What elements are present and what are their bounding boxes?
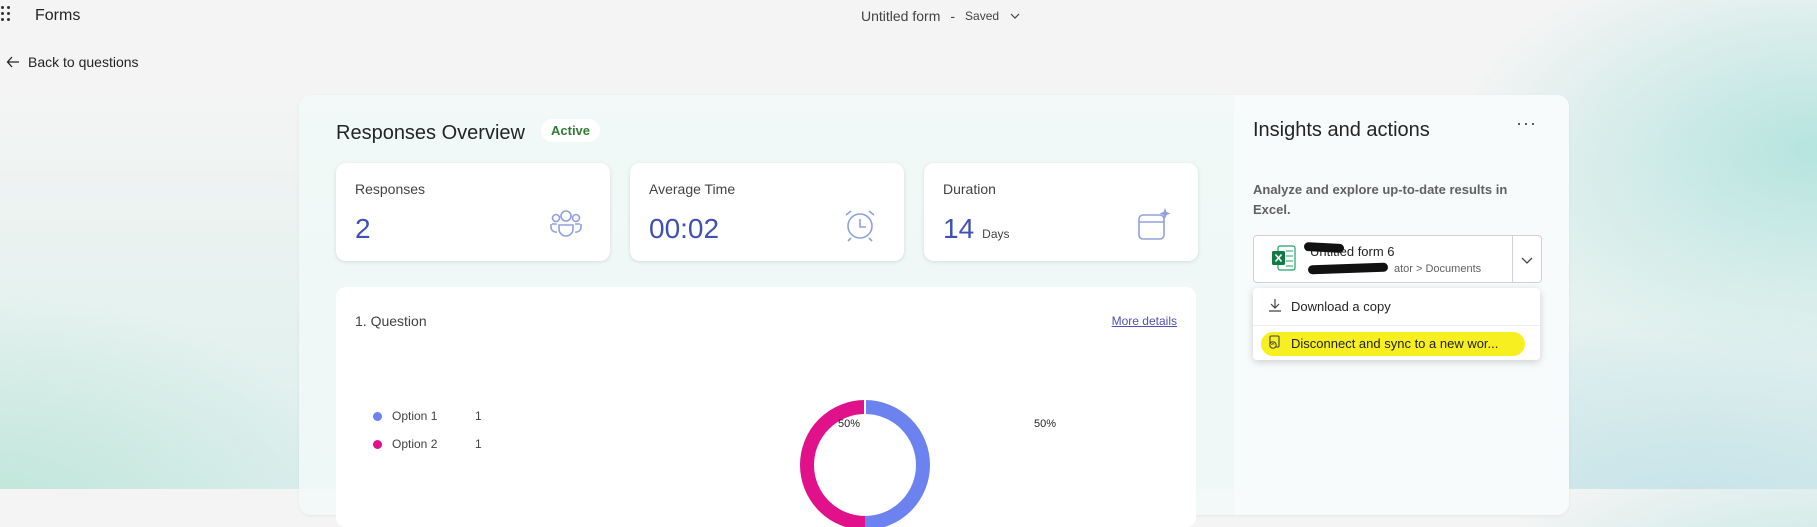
chevron-down-icon <box>1010 13 1020 19</box>
app-launcher-icon[interactable] <box>1 6 11 26</box>
workbook-path: ator > Documents <box>1394 263 1482 275</box>
stat-label: Responses <box>355 181 426 197</box>
stat-card-average-time: Average Time 00:02 <box>630 163 904 261</box>
alarm-clock-icon <box>845 210 875 242</box>
redaction-mark <box>1307 262 1389 275</box>
stat-label: Average Time <box>649 181 736 197</box>
overview-pane: Responses Overview Active Responses 2 Av… <box>299 95 1234 527</box>
back-label: Back to questions <box>28 54 139 70</box>
insights-title: Insights and actions <box>1253 119 1430 141</box>
stat-card-responses: Responses 2 <box>336 163 610 261</box>
sync-workbook-icon <box>1269 335 1280 349</box>
menu-item-disconnect-sync[interactable]: Disconnect and sync to a new wor... <box>1253 327 1540 359</box>
donut-chart <box>800 400 930 527</box>
responses-overview-title: Responses Overview <box>336 122 525 144</box>
donut-slice-1[interactable] <box>864 400 930 527</box>
chevron-down-icon[interactable] <box>1520 253 1534 267</box>
menu-item-label: Download a copy <box>1291 299 1391 314</box>
question-card: 1. Question More details Option 1 1 Opti… <box>336 287 1196 527</box>
stat-card-duration: Duration 14 Days <box>924 163 1198 261</box>
document-title-menu[interactable]: Untitled form - Saved <box>861 8 1021 24</box>
status-badge: Active <box>541 119 601 142</box>
menu-item-label: Disconnect and sync to a new wor... <box>1291 336 1499 351</box>
people-icon <box>550 210 582 237</box>
split-divider <box>1512 236 1513 282</box>
workbook-selector[interactable]: Untitled form 6 ator > Documents <box>1253 235 1542 283</box>
insights-pane: Insights and actions ··· Analyze and exp… <box>1234 95 1569 515</box>
arrow-left-icon <box>6 56 19 68</box>
excel-icon <box>1272 245 1296 271</box>
stat-unit: Days <box>982 227 1010 241</box>
menu-divider <box>1253 325 1540 326</box>
save-status: Saved <box>965 9 1000 23</box>
more-options-button[interactable]: ··· <box>1516 113 1537 134</box>
stat-value: 00:02 <box>649 213 720 244</box>
insights-description: Analyze and explore up-to-date results i… <box>1253 182 1508 217</box>
download-icon <box>1269 299 1281 312</box>
document-title: Untitled form <box>861 8 941 24</box>
title-separator: - <box>950 8 956 24</box>
stat-value: 2 <box>355 213 371 244</box>
top-bar: Forms Untitled form - Saved <box>0 0 1817 34</box>
menu-item-download-copy[interactable]: Download a copy <box>1253 290 1540 322</box>
calendar-sparkle-icon <box>1138 208 1171 240</box>
responses-card: Responses Overview Active Responses 2 Av… <box>299 95 1569 527</box>
data-label: 50% <box>838 418 861 430</box>
back-to-questions-link[interactable]: Back to questions <box>6 54 139 70</box>
workbook-dropdown-menu: Download a copy Disconnect and sync to a… <box>1253 288 1540 360</box>
data-label: 50% <box>1034 418 1057 430</box>
stat-label: Duration <box>943 181 996 197</box>
app-name[interactable]: Forms <box>35 7 80 25</box>
stat-value: 14 Days <box>943 213 1010 244</box>
